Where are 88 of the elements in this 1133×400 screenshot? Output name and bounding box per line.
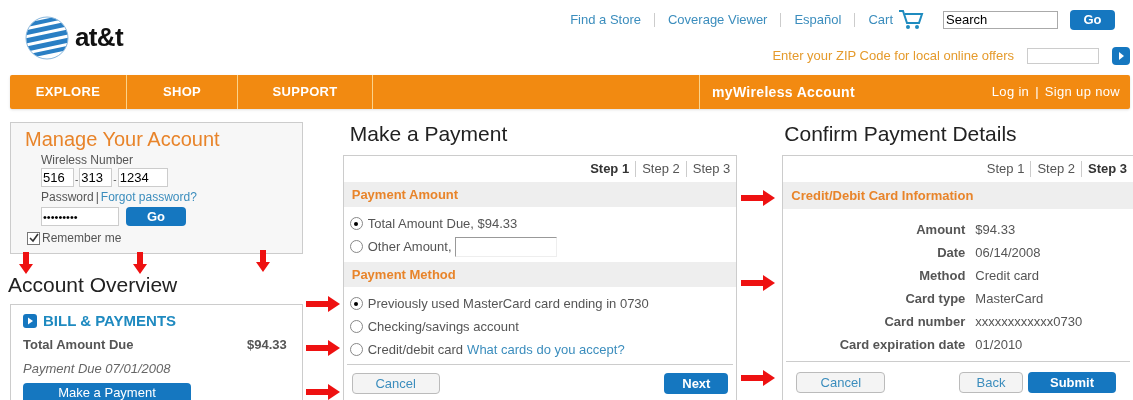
phone-field[interactable]: 313 (79, 168, 113, 187)
panel-title: Manage Your Account (25, 127, 221, 152)
separator: | (1035, 83, 1039, 102)
annotation-arrow-icon (306, 340, 340, 356)
nav-link[interactable]: Coverage Viewer (667, 10, 768, 30)
detail-label: Card expiration date (838, 336, 966, 354)
detail-label: Date (936, 244, 966, 262)
section-title: Confirm Payment Details (784, 121, 1018, 147)
amount-field[interactable] (454, 236, 557, 257)
radio-button[interactable] (349, 297, 363, 310)
go-button[interactable]: Go (1070, 10, 1115, 30)
section-heading[interactable]: BILL & PAYMENTS (43, 310, 177, 333)
detail-value: 06/14/2008 (975, 244, 1042, 262)
section-band: Credit/Debit Card Information (783, 182, 1133, 209)
detail-label: Card number (883, 313, 966, 331)
total-label: Total Amount Due (23, 335, 134, 354)
option-label: Checking/savings account (367, 317, 519, 336)
due-date: Payment Due 07/01/2008 (23, 360, 172, 378)
check-icon (28, 233, 39, 243)
account-label: myWireless Account (712, 82, 855, 102)
detail-label: Card type (904, 290, 966, 308)
detail-label: Amount (915, 221, 966, 239)
detail-value: xxxxxxxxxxxx0730 (975, 313, 1084, 331)
annotation-arrow-icon (19, 252, 33, 274)
detail-value: $94.33 (975, 221, 1017, 239)
field-label: Wireless Number (41, 152, 134, 168)
forgot-password-link[interactable]: Forgot password? (100, 189, 197, 205)
field-label: Password (41, 189, 94, 205)
annotation-arrow-icon (133, 252, 147, 274)
annotation-arrow-icon (741, 190, 775, 206)
phone-field[interactable]: 516 (41, 168, 74, 187)
section-band: Payment Method (343, 262, 737, 287)
globe-logo-icon (25, 15, 69, 60)
next-button[interactable]: Next (664, 373, 729, 394)
cart-icon (898, 9, 924, 31)
annotation-arrow-icon (306, 296, 340, 312)
dash: - (113, 173, 117, 187)
nav-tab[interactable]: EXPLORE (35, 82, 101, 102)
section-title: Make a Payment (349, 121, 509, 147)
detail-label: Method (918, 267, 966, 285)
option-label: Other Amount, (367, 237, 452, 256)
step-label: Step 2 (1037, 160, 1075, 179)
radio-button[interactable] (349, 343, 363, 356)
step-label: Step 3 (1088, 160, 1127, 179)
separator: | (95, 189, 99, 205)
nav-tab[interactable]: SUPPORT (272, 82, 338, 102)
radio-button[interactable] (349, 240, 363, 253)
annotation-arrow-icon (741, 275, 775, 291)
phone-field[interactable]: 1234 (117, 168, 168, 187)
cancel-button[interactable]: Cancel (796, 372, 886, 393)
zip-prompt: Enter your ZIP Code for local online offers (772, 47, 1014, 65)
submit-button[interactable]: Submit (1028, 372, 1116, 393)
brand-logo: at&t (75, 21, 123, 54)
checkbox-label: Remember me (42, 230, 122, 247)
checkbox[interactable] (27, 231, 40, 245)
option-label: Total Amount Due, $94.33 (367, 214, 518, 233)
dash: - (75, 173, 79, 187)
nav-tab[interactable]: SHOP (162, 82, 202, 102)
signup-link[interactable]: Sign up now (1044, 82, 1120, 102)
step-label: Step 1 (986, 160, 1025, 179)
radio-button[interactable] (349, 320, 363, 333)
nav-link[interactable]: Español (794, 10, 842, 30)
radio-button[interactable] (349, 217, 363, 230)
annotation-arrow-icon (741, 370, 775, 386)
annotation-arrow-icon (306, 384, 340, 400)
login-link[interactable]: Log in (991, 82, 1030, 102)
password-field[interactable]: ••••••••• (41, 207, 119, 226)
section-title: Account Overview (8, 272, 179, 298)
annotation-arrow-icon (256, 250, 270, 272)
nav-link[interactable]: Find a Store (570, 10, 641, 30)
step-label: Step 1 (590, 160, 630, 179)
zip-field[interactable] (1027, 47, 1099, 64)
detail-value: MasterCard (975, 290, 1045, 308)
step-label: Step 3 (692, 160, 731, 179)
total-amount: $94.33 (246, 335, 287, 354)
detail-value: Credit card (975, 267, 1040, 285)
step-label: Step 2 (642, 160, 680, 179)
detail-value: 01/2010 (975, 336, 1024, 354)
make-payment-button[interactable]: Make a Payment (23, 382, 191, 400)
option-label: Credit/debit card (367, 340, 464, 359)
cancel-button[interactable]: Cancel (351, 373, 440, 394)
nav-link[interactable]: Cart (868, 10, 893, 30)
search-field[interactable]: Search (943, 11, 1058, 29)
cards-link[interactable]: What cards do you accept? (467, 339, 625, 360)
back-button[interactable]: Back (959, 372, 1023, 393)
go-button[interactable]: Go (126, 207, 186, 226)
section-band: Payment Amount (343, 182, 737, 207)
option-label: Previously used MasterCard card ending in 0730 (367, 294, 649, 313)
